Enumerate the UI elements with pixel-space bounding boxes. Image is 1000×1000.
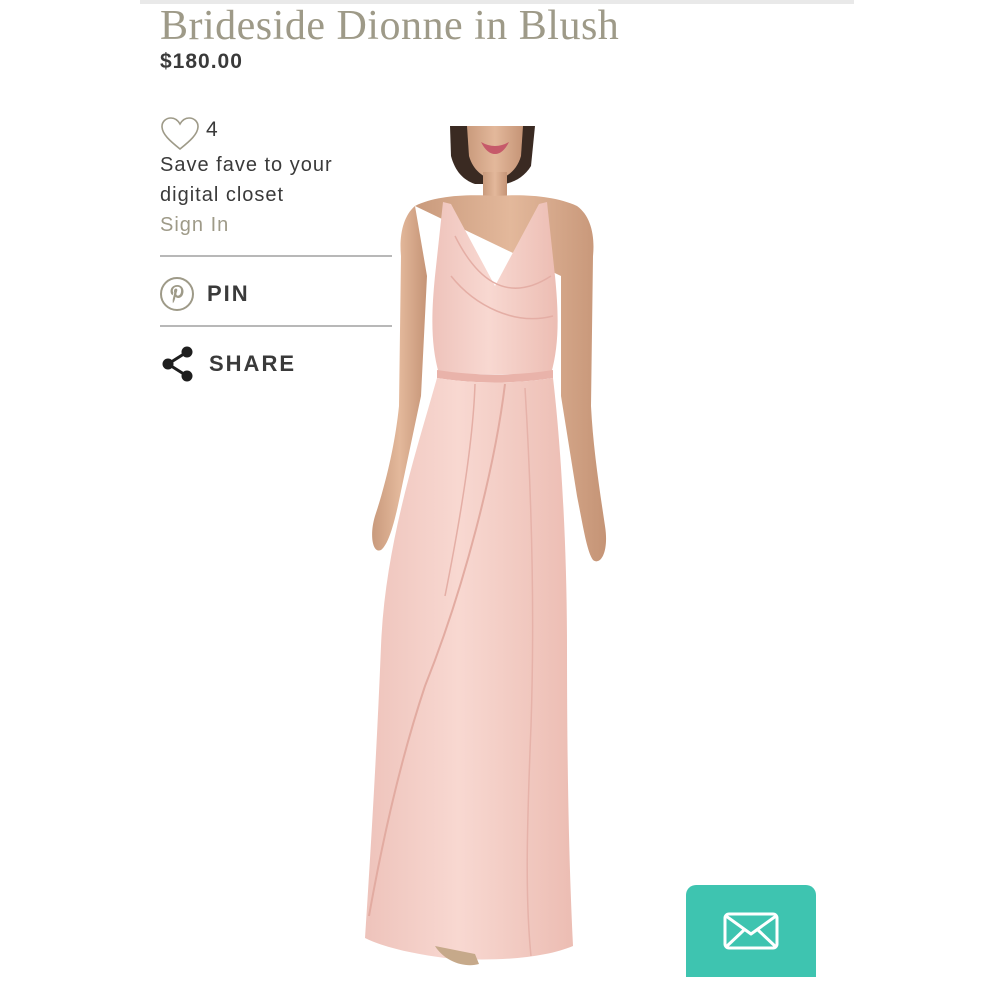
favorite-count: 4 [206,118,218,141]
share-button[interactable]: SHARE [160,346,296,382]
product-image [365,126,607,966]
envelope-icon [723,912,779,950]
pin-label: PIN [207,281,250,306]
heart-outline-icon[interactable] [160,116,200,152]
product-page: Brideside Dionne in Blush $180.00 4 Save… [0,0,1000,1000]
pinterest-icon [160,277,194,311]
product-price: $180.00 [160,50,243,73]
pin-button[interactable]: PIN [160,277,250,311]
product-title: Brideside Dionne in Blush [160,3,620,49]
share-icon [162,346,193,382]
contact-button[interactable] [686,885,816,977]
share-label: SHARE [209,351,297,376]
